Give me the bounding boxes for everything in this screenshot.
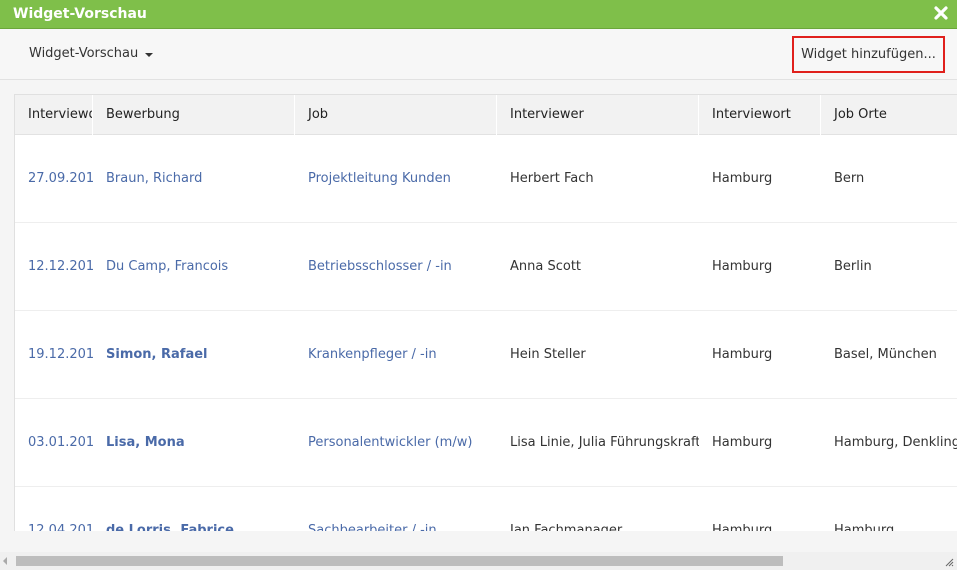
scrollbar-thumb[interactable] xyxy=(16,556,783,566)
cell-job-locations: Hamburg xyxy=(834,523,895,531)
cell-job[interactable]: Krankenpfleger / -in xyxy=(295,311,497,399)
cell-application[interactable]: Du Camp, Francois xyxy=(93,223,295,311)
cell-interview-date[interactable]: 12.12.2012 xyxy=(15,223,93,311)
cell-job[interactable]: Projektleitung Kunden xyxy=(295,135,497,223)
cell-interview-date[interactable]: 03.01.2013 xyxy=(15,399,93,487)
cell-interviewer: Jan Fachmanager xyxy=(510,523,623,531)
column-header-job[interactable]: Job xyxy=(295,95,497,135)
cell-application[interactable]: Lisa, Mona xyxy=(93,399,295,487)
cell-interview-place: Hamburg xyxy=(712,435,773,450)
cell-job[interactable]: Personalentwickler (m/w) xyxy=(295,399,497,487)
cell-job[interactable]: Sachbearbeiter / -in xyxy=(295,487,497,531)
window-title: Widget-Vorschau xyxy=(13,6,147,22)
table-row: 27.09.2012 Braun, Richard Projektleitung… xyxy=(15,135,957,223)
table-header: Interviewdatum Bewerbung Job Interviewer… xyxy=(15,95,957,135)
cell-job-locations: Basel, München xyxy=(834,347,937,362)
window-titlebar: Widget-Vorschau xyxy=(0,0,957,29)
cell-job-locations: Bern xyxy=(834,171,865,186)
cell-interview-date[interactable]: 27.09.2012 xyxy=(15,135,93,223)
cell-interview-date[interactable]: 19.12.2012 xyxy=(15,311,93,399)
cell-interviewer: Herbert Fach xyxy=(510,171,594,186)
column-header-interviewer[interactable]: Interviewer xyxy=(497,95,699,135)
table-row: 12.12.2012 Du Camp, Francois Betriebssch… xyxy=(15,223,957,311)
cell-interview-date[interactable]: 12.04.2013 xyxy=(15,487,93,531)
cell-application[interactable]: Braun, Richard xyxy=(93,135,295,223)
cell-interviewer: Hein Steller xyxy=(510,347,586,362)
table-row: 03.01.2013 Lisa, Mona Personalentwickler… xyxy=(15,399,957,487)
widget-preview-dropdown[interactable]: Widget-Vorschau xyxy=(29,46,154,61)
horizontal-scrollbar[interactable] xyxy=(0,552,957,570)
table-row: 12.04.2013 de Lorris, Fabrice Sachbearbe… xyxy=(15,487,957,531)
cell-application[interactable]: de Lorris, Fabrice xyxy=(93,487,295,531)
resize-grip-icon[interactable] xyxy=(945,558,954,567)
caret-down-icon xyxy=(145,52,154,57)
add-widget-button[interactable]: Widget hinzufügen... xyxy=(792,36,945,73)
cell-job[interactable]: Betriebsschlosser / -in xyxy=(295,223,497,311)
cell-job-locations: Hamburg, Denklingen xyxy=(834,435,957,450)
toolbar: Widget-Vorschau Widget hinzufügen... xyxy=(0,29,957,80)
column-header-interview-date[interactable]: Interviewdatum xyxy=(15,95,93,135)
cell-job-locations: Berlin xyxy=(834,259,872,274)
column-header-interview-place[interactable]: Interviewort xyxy=(699,95,821,135)
dropdown-label: Widget-Vorschau xyxy=(29,46,139,61)
cell-interview-place: Hamburg xyxy=(712,259,773,274)
data-grid: Interviewdatum Bewerbung Job Interviewer… xyxy=(14,94,957,531)
cell-application[interactable]: Simon, Rafael xyxy=(93,311,295,399)
cell-interviewer: Lisa Linie, Julia Führungskraft, Erich xyxy=(510,435,699,450)
close-icon[interactable] xyxy=(933,5,949,21)
cell-interview-place: Hamburg xyxy=(712,171,773,186)
column-header-application[interactable]: Bewerbung xyxy=(93,95,295,135)
table-row: 19.12.2012 Simon, Rafael Krankenpfleger … xyxy=(15,311,957,399)
cell-interview-place: Hamburg xyxy=(712,523,773,531)
column-header-job-locations[interactable]: Job Orte xyxy=(821,95,957,135)
scroll-left-arrow-icon[interactable] xyxy=(3,557,7,565)
cell-interview-place: Hamburg xyxy=(712,347,773,362)
cell-interviewer: Anna Scott xyxy=(510,259,582,274)
